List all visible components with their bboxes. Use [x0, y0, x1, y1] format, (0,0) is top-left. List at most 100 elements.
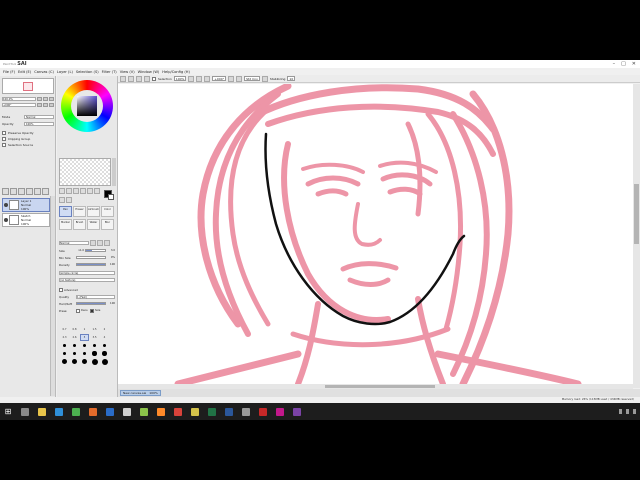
lasso-icon[interactable] — [66, 188, 72, 194]
brush-size-preset[interactable] — [100, 358, 109, 365]
canvas-vertical-scrollbar[interactable] — [633, 84, 640, 388]
menu-layer[interactable]: Layer (L) — [57, 70, 73, 74]
app-orange-icon[interactable] — [156, 407, 165, 416]
navigator-rotate-right-button[interactable] — [43, 102, 48, 107]
view-mode-field[interactable]: Std Cnv — [244, 76, 260, 81]
brush-texture-select[interactable]: (no texture) — [59, 277, 115, 282]
app-yellow-icon[interactable] — [190, 407, 199, 416]
excel-icon[interactable] — [207, 407, 216, 416]
minimize-button[interactable]: – — [613, 61, 616, 67]
clipping-group-checkbox[interactable] — [2, 136, 6, 141]
close-button[interactable]: ✕ — [632, 61, 636, 67]
brush-size-preset[interactable] — [80, 350, 89, 357]
document-tab[interactable]: New canvas.sai 100% — [120, 390, 161, 396]
undo-button[interactable] — [120, 75, 126, 82]
brush-size-preset[interactable] — [60, 342, 69, 349]
brush-size-preset[interactable]: 3 — [80, 334, 89, 341]
brush-size-preset[interactable] — [80, 358, 89, 365]
navigator-zoom-reset-button[interactable] — [49, 96, 54, 101]
menu-selection[interactable]: Selection (S) — [76, 70, 99, 74]
brush-size-preset[interactable] — [100, 350, 109, 357]
blend-mode-select[interactable]: Normal — [24, 114, 54, 119]
transfer-down-button[interactable] — [26, 188, 33, 195]
brush-shape-select[interactable]: (simple circle) — [59, 270, 115, 275]
brush-size-preset[interactable] — [80, 342, 89, 349]
move-icon[interactable] — [80, 188, 86, 194]
invert-selection-button[interactable] — [144, 75, 150, 82]
stabilizer-field[interactable]: 10 — [287, 76, 296, 81]
hardness-slider[interactable] — [76, 302, 106, 305]
zoom-reset-button[interactable] — [204, 75, 211, 82]
brush-size-preset[interactable] — [60, 358, 69, 365]
brush-size-slider[interactable] — [85, 249, 106, 252]
brush-size-preset[interactable] — [100, 342, 109, 349]
tray-network-icon[interactable] — [619, 409, 622, 414]
app-gray-icon[interactable] — [241, 407, 250, 416]
start-button[interactable]: ⊞ — [0, 403, 16, 420]
brush-size-preset[interactable]: 2.6 — [70, 334, 79, 341]
horizontal-scroll-thumb[interactable] — [325, 385, 435, 388]
brush-size-preset[interactable]: 3.5 — [90, 334, 99, 341]
redo-button[interactable] — [128, 75, 134, 82]
chrome-icon[interactable] — [71, 407, 80, 416]
eraser-tool[interactable]: Eraser — [73, 206, 86, 217]
new-linework-layer-button[interactable] — [10, 188, 17, 195]
word-icon[interactable] — [224, 407, 233, 416]
selection-source-checkbox[interactable] — [2, 142, 6, 147]
brush-size-preset[interactable] — [70, 342, 79, 349]
app-purple-icon[interactable] — [292, 407, 301, 416]
app-icon[interactable] — [88, 407, 97, 416]
brush-mode-select[interactable]: Normal — [59, 240, 89, 245]
menu-window[interactable]: Window (W) — [138, 70, 160, 74]
angle-field[interactable]: +000° — [212, 76, 227, 81]
preserve-opacity-checkbox[interactable] — [2, 130, 6, 135]
brush-size-preset[interactable] — [90, 342, 99, 349]
store-icon[interactable] — [54, 407, 63, 416]
hand-icon[interactable] — [59, 196, 65, 203]
merge-down-button[interactable] — [34, 188, 41, 195]
magic-wand-icon[interactable] — [73, 188, 79, 194]
app-red2-icon[interactable] — [258, 407, 267, 416]
airbrush-tool[interactable]: Airbrush — [87, 206, 100, 217]
density-slider[interactable] — [76, 263, 106, 266]
navigator-rotate-left-button[interactable] — [37, 102, 42, 107]
paint-tool-sai-icon[interactable] — [122, 407, 131, 416]
brush-size-preset[interactable] — [70, 358, 79, 365]
pen-tool[interactable]: Pen — [59, 206, 72, 217]
zoom-icon[interactable] — [87, 188, 93, 194]
app-red-icon[interactable] — [173, 407, 182, 416]
brush-shape-hard-icon[interactable] — [90, 239, 96, 246]
zoom-in-button[interactable] — [196, 75, 203, 82]
visibility-eye-icon[interactable] — [4, 203, 8, 207]
pressure-density-checkbox[interactable] — [76, 308, 80, 313]
brush-shape-medium-icon[interactable] — [97, 239, 103, 246]
menu-view[interactable]: View (V) — [120, 70, 135, 74]
zoom-out-button[interactable] — [188, 75, 195, 82]
deselect-button[interactable] — [136, 75, 142, 82]
app-magenta-icon[interactable] — [275, 407, 284, 416]
tray-volume-icon[interactable] — [626, 409, 629, 414]
blur-tool[interactable]: Blur — [101, 218, 114, 230]
layer-row-2[interactable]: Sketch Normal 100% — [2, 213, 50, 227]
eyedropper-icon[interactable] — [66, 196, 72, 203]
navigator-angle-field[interactable]: +000° — [2, 102, 36, 107]
new-layer-button[interactable] — [2, 188, 9, 195]
app-green-icon[interactable] — [139, 407, 148, 416]
advanced-checkbox[interactable] — [59, 287, 63, 292]
photoshop-icon[interactable] — [105, 407, 114, 416]
menu-help[interactable]: Help/Config (H) — [162, 70, 190, 74]
maximize-button[interactable]: □ — [621, 61, 626, 67]
brush-size-preset[interactable]: 2 — [100, 326, 109, 333]
rect-select-icon[interactable] — [59, 188, 65, 194]
brush-size-preset[interactable]: 1 — [80, 326, 89, 333]
brush-shape-soft-icon[interactable] — [104, 239, 110, 246]
menu-edit[interactable]: Edit (E) — [18, 70, 31, 74]
brush-size-preset[interactable]: 2.3 — [60, 334, 69, 341]
visibility-eye-icon[interactable] — [4, 218, 8, 222]
drawing-canvas[interactable] — [118, 84, 634, 388]
opacity-field[interactable]: 100% — [24, 121, 54, 126]
navigator-preview[interactable] — [2, 78, 54, 94]
menu-filter[interactable]: Filter (T) — [102, 70, 117, 74]
saturation-value-square[interactable] — [77, 96, 97, 116]
task-view-icon[interactable] — [20, 407, 29, 416]
